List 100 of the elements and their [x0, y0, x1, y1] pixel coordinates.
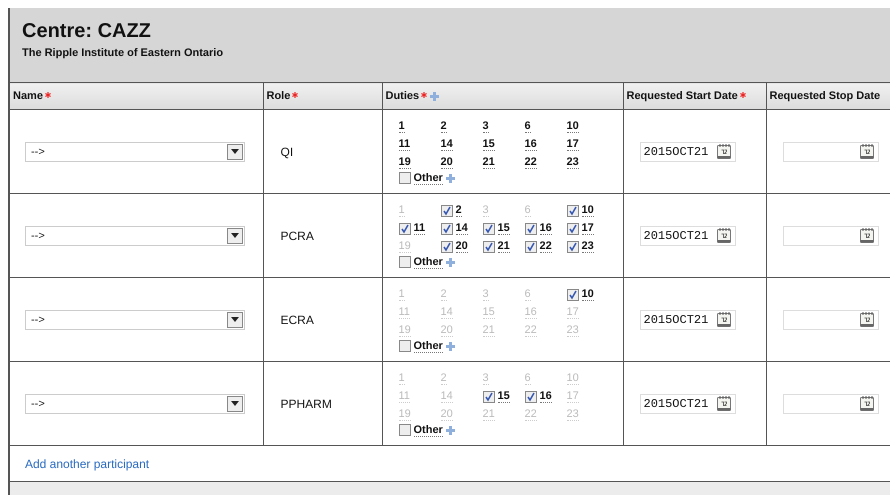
- duty-label: 14: [440, 390, 453, 403]
- duty-link[interactable]: 19: [398, 156, 411, 169]
- duty-checkbox[interactable]: [440, 204, 452, 216]
- stop-date-field[interactable]: [782, 226, 878, 246]
- calendar-icon[interactable]: [716, 396, 730, 411]
- duty-checkbox[interactable]: [524, 390, 536, 402]
- duty-link[interactable]: 11: [398, 138, 410, 151]
- calendar-icon[interactable]: [716, 228, 730, 243]
- duty-checkbox[interactable]: [440, 222, 452, 234]
- duty-label: 21: [482, 324, 495, 337]
- calendar-icon[interactable]: [860, 396, 874, 411]
- other-checkbox[interactable]: [398, 256, 410, 268]
- duty-checkbox[interactable]: [398, 222, 410, 234]
- duty-link[interactable]: 2: [456, 204, 462, 217]
- calendar-icon[interactable]: [860, 312, 874, 327]
- duty-link[interactable]: 22: [540, 240, 552, 253]
- duty-label: 6: [524, 204, 531, 217]
- duty-label: 23: [566, 324, 579, 337]
- duty-label: 19: [398, 324, 411, 337]
- required-icon: [292, 92, 298, 98]
- duty-label: 11: [398, 390, 410, 403]
- duty-link[interactable]: 14: [456, 222, 468, 235]
- stop-date-field[interactable]: [782, 310, 878, 330]
- start-date-field[interactable]: 2015OCT21: [640, 142, 736, 162]
- stop-date-field[interactable]: [782, 394, 878, 414]
- duty-link[interactable]: 3: [482, 120, 489, 133]
- start-date-field[interactable]: 2015OCT21: [640, 226, 736, 246]
- duty-link[interactable]: 15: [482, 138, 495, 151]
- name-dropdown[interactable]: -->: [25, 310, 245, 330]
- calendar-icon[interactable]: [716, 312, 730, 327]
- duty-link[interactable]: 2: [440, 120, 447, 133]
- calendar-icon[interactable]: [716, 144, 730, 159]
- duty-label: 3: [482, 372, 489, 385]
- duty-checkbox[interactable]: [524, 240, 536, 252]
- duty-checkbox[interactable]: [482, 222, 494, 234]
- duty-checkbox[interactable]: [566, 222, 578, 234]
- duty-link[interactable]: 17: [566, 138, 579, 151]
- other-link[interactable]: Other: [414, 424, 443, 436]
- duty-label: 6: [524, 288, 531, 301]
- duty-checkbox[interactable]: [566, 204, 578, 216]
- duty-link[interactable]: 16: [540, 390, 552, 403]
- duty-link[interactable]: 10: [566, 120, 579, 133]
- stop-date-field[interactable]: [782, 142, 878, 162]
- duty-label: 3: [482, 204, 489, 217]
- duty-label: 1: [398, 372, 405, 385]
- duty-link[interactable]: 10: [582, 204, 594, 217]
- calendar-icon[interactable]: [860, 228, 874, 243]
- duty-checkbox[interactable]: [482, 240, 494, 252]
- calendar-icon[interactable]: [860, 144, 874, 159]
- duty-link[interactable]: 23: [566, 156, 579, 169]
- duty-label: 6: [524, 372, 531, 385]
- other-checkbox[interactable]: [398, 340, 410, 352]
- duty-link[interactable]: 20: [456, 240, 468, 253]
- add-participant-link[interactable]: Add another participant: [25, 456, 150, 470]
- duty-link[interactable]: 20: [440, 156, 453, 169]
- duty-label: 20: [440, 408, 453, 421]
- duty-checkbox[interactable]: [524, 222, 536, 234]
- duty-link[interactable]: 21: [482, 156, 495, 169]
- duty-link[interactable]: 10: [582, 288, 594, 301]
- other-link[interactable]: Other: [414, 172, 443, 184]
- start-date-field[interactable]: 2015OCT21: [640, 310, 736, 330]
- start-date-field[interactable]: 2015OCT21: [640, 394, 736, 414]
- other-link[interactable]: Other: [414, 340, 443, 352]
- role-cell: PCRA: [263, 194, 382, 278]
- column-header: Requested Start Date: [623, 82, 766, 110]
- other-link[interactable]: Other: [414, 256, 443, 268]
- duty-label: 22: [524, 408, 537, 421]
- duty-link[interactable]: 14: [440, 138, 453, 151]
- duty-link[interactable]: 23: [582, 240, 594, 253]
- duty-link[interactable]: 15: [498, 390, 510, 403]
- duty-link[interactable]: 22: [524, 156, 537, 169]
- duty-link[interactable]: 15: [498, 222, 510, 235]
- duty-link[interactable]: 16: [524, 138, 537, 151]
- name-dropdown[interactable]: -->: [25, 394, 245, 414]
- other-checkbox[interactable]: [398, 424, 410, 436]
- duty-label: 14: [440, 306, 453, 319]
- duty-link[interactable]: 17: [582, 222, 594, 235]
- duty-link[interactable]: 6: [524, 120, 531, 133]
- duty-label: 2: [440, 372, 447, 385]
- duty-label: 1: [398, 204, 405, 217]
- other-checkbox[interactable]: [398, 172, 410, 184]
- name-dropdown[interactable]: -->: [25, 142, 245, 162]
- duty-label: 21: [482, 408, 495, 421]
- duty-link[interactable]: 1: [398, 120, 405, 133]
- column-header: Name: [9, 82, 263, 110]
- duty-label: 19: [398, 240, 411, 253]
- duty-label: 1: [398, 288, 405, 301]
- duty-checkbox[interactable]: [566, 240, 578, 252]
- duty-checkbox[interactable]: [482, 390, 494, 402]
- duty-checkbox[interactable]: [440, 240, 452, 252]
- duty-label: 22: [524, 324, 537, 337]
- duty-checkbox[interactable]: [566, 288, 578, 300]
- role-cell: QI: [263, 110, 382, 194]
- duty-link[interactable]: 11: [414, 222, 426, 235]
- column-header: Duties: [382, 82, 623, 110]
- duty-label: 20: [440, 324, 453, 337]
- duty-link[interactable]: 16: [540, 222, 552, 235]
- name-dropdown[interactable]: -->: [25, 226, 245, 246]
- duty-link[interactable]: 21: [498, 240, 510, 253]
- column-header: Role: [263, 82, 382, 110]
